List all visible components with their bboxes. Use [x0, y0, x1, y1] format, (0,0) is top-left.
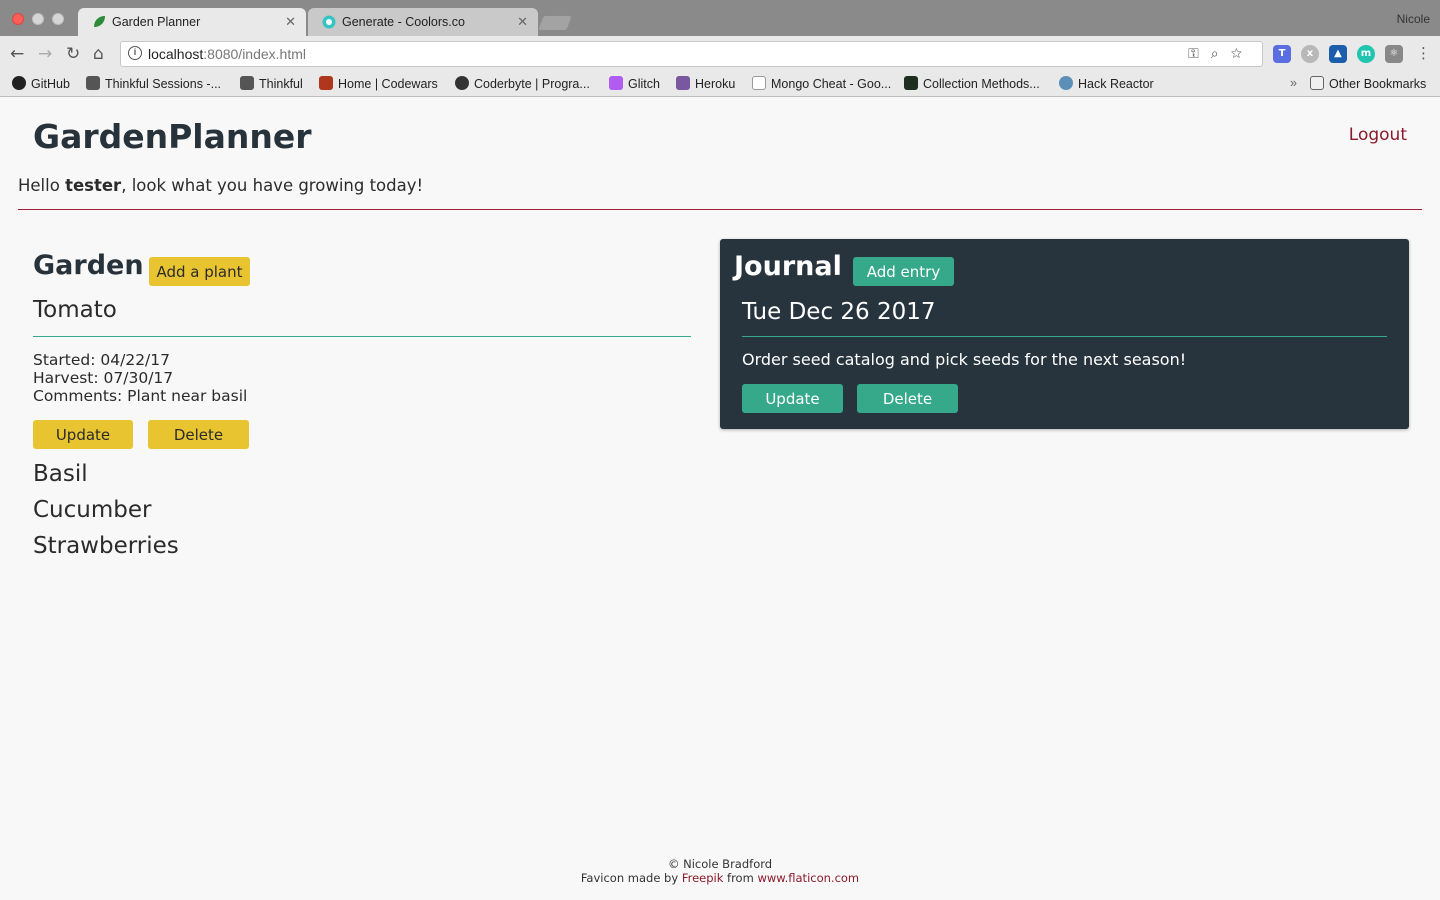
minimize-window-button[interactable] [32, 13, 44, 25]
home-icon[interactable]: ⌂ [93, 44, 104, 64]
glitch-icon [609, 76, 623, 90]
coolors-icon [322, 15, 336, 29]
tab-title: Garden Planner [112, 15, 201, 29]
plant-divider [33, 336, 691, 337]
tab-strip: Garden Planner ✕ Generate - Coolors.co ✕… [0, 0, 1440, 36]
plant-name-tomato[interactable]: Tomato [33, 297, 117, 323]
leaf-icon [94, 16, 105, 27]
logout-link[interactable]: Logout [1349, 125, 1407, 145]
zoom-window-button[interactable] [52, 13, 64, 25]
omnibox-actions: ⚿⌕☆ [1188, 45, 1254, 62]
thinkful-icon [86, 76, 100, 90]
plant-comments: Comments: Plant near basil [33, 387, 248, 405]
delete-plant-button[interactable]: Delete [148, 420, 249, 449]
plant-harvest: Harvest: 07/30/17 [33, 369, 174, 387]
browser-toolbar: ← → ↻ ⌂ i localhost:8080/index.html ⚿⌕☆ … [0, 36, 1440, 72]
react-extension-icon[interactable]: ⚛ [1385, 45, 1403, 63]
greeting-text: Hello tester, look what you have growing… [18, 176, 424, 195]
plant-started: Started: 04/22/17 [33, 351, 171, 369]
bookmark-codewars[interactable]: Home | Codewars [319, 76, 438, 91]
mongodb-leaf-icon [904, 76, 918, 90]
close-tab-icon[interactable]: ✕ [517, 14, 528, 30]
m-extension-icon[interactable]: m [1357, 45, 1375, 63]
drive-extension-icon[interactable]: ▲ [1329, 45, 1347, 63]
footer-credit: Favicon made by Freepik from www.flatico… [580, 870, 860, 885]
plant-name-basil[interactable]: Basil [33, 461, 88, 487]
close-window-button[interactable] [12, 13, 24, 25]
reload-icon[interactable]: ↻ [66, 44, 80, 64]
bookmark-thinkful[interactable]: Thinkful [240, 76, 303, 91]
add-plant-button[interactable]: Add a plant [149, 257, 250, 286]
star-icon[interactable]: ☆ [1231, 45, 1254, 61]
thinkful-icon [240, 76, 254, 90]
thinkful-extension-icon[interactable]: T [1273, 45, 1291, 63]
bookmark-collection-methods[interactable]: Collection Methods... [904, 76, 1040, 91]
entry-date[interactable]: Tue Dec 26 2017 [742, 299, 936, 325]
entry-divider [742, 336, 1387, 337]
plant-name-strawberries[interactable]: Strawberries [33, 533, 179, 559]
codewars-icon [319, 76, 333, 90]
brand-title: GardenPlanner [33, 117, 312, 156]
username: tester [65, 176, 122, 195]
extension-icon[interactable]: x [1301, 45, 1319, 63]
footer-copyright: © Nicole Bradford [667, 857, 773, 871]
bookmarks-bar: GitHub Thinkful Sessions -... Thinkful H… [0, 72, 1440, 97]
footer: © Nicole Bradford Favicon made by Freepi… [0, 857, 1440, 885]
tab-coolors[interactable]: Generate - Coolors.co ✕ [308, 8, 538, 36]
menu-dots-icon[interactable]: ⋮ [1416, 44, 1431, 62]
delete-entry-button[interactable]: Delete [857, 384, 958, 413]
journal-heading: Journal [734, 251, 842, 282]
add-entry-button[interactable]: Add entry [853, 257, 954, 286]
key-icon[interactable]: ⚿ [1188, 45, 1211, 61]
address-bar[interactable]: i localhost:8080/index.html ⚿⌕☆ [120, 41, 1263, 67]
tab-garden-planner[interactable]: Garden Planner ✕ [78, 8, 306, 36]
entry-text: Order seed catalog and pick seeds for th… [742, 350, 1187, 369]
back-arrow-icon[interactable]: ← [10, 44, 24, 64]
bookmark-heroku[interactable]: Heroku [676, 76, 735, 91]
garden-planner-page: GardenPlanner Logout Hello tester, look … [0, 97, 1440, 900]
freepik-link[interactable]: Freepik [682, 871, 724, 885]
github-icon [12, 76, 26, 90]
hack-reactor-icon [1059, 76, 1073, 90]
url-text: localhost:8080/index.html [148, 46, 306, 62]
bookmark-mongo-cheat[interactable]: Mongo Cheat - Goo... [752, 76, 891, 91]
bookmark-github[interactable]: GitHub [12, 76, 70, 91]
bookmark-thinkful-sessions[interactable]: Thinkful Sessions -... [86, 76, 221, 91]
profile-name[interactable]: Nicole [1397, 12, 1430, 26]
bookmark-glitch[interactable]: Glitch [609, 76, 660, 91]
info-icon[interactable]: i [128, 46, 142, 60]
flaticon-link[interactable]: www.flaticon.com [757, 871, 859, 885]
document-icon [752, 76, 766, 90]
journal-section: Journal Add entry Tue Dec 26 2017 Order … [720, 239, 1409, 429]
folder-icon [1310, 76, 1324, 90]
bookmark-hack-reactor[interactable]: Hack Reactor [1059, 76, 1154, 91]
bookmarks-overflow-icon[interactable]: » [1290, 76, 1297, 90]
zoom-icon[interactable]: ⌕ [1211, 45, 1231, 61]
bookmark-coderbyte[interactable]: Coderbyte | Progra... [455, 76, 590, 91]
tab-title: Generate - Coolors.co [342, 15, 465, 29]
forward-arrow-icon[interactable]: → [38, 44, 52, 64]
coderbyte-icon [455, 76, 469, 90]
heroku-icon [676, 76, 690, 90]
plant-name-cucumber[interactable]: Cucumber [33, 497, 151, 523]
new-tab-button[interactable] [537, 15, 573, 31]
browser-chrome: Garden Planner ✕ Generate - Coolors.co ✕… [0, 0, 1440, 97]
close-tab-icon[interactable]: ✕ [285, 14, 296, 30]
update-plant-button[interactable]: Update [33, 420, 133, 449]
other-bookmarks[interactable]: Other Bookmarks [1310, 76, 1426, 91]
header-divider [18, 209, 1422, 210]
garden-heading: Garden [33, 250, 144, 281]
plant-details: Started: 04/22/17 Harvest: 07/30/17 Comm… [33, 351, 247, 405]
update-entry-button[interactable]: Update [742, 384, 843, 413]
